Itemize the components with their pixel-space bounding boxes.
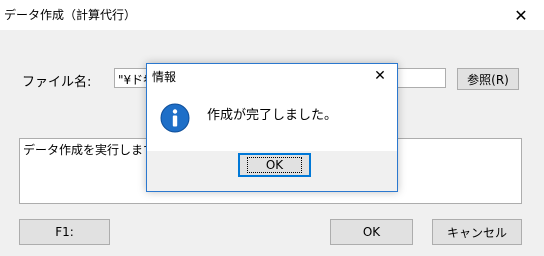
info-dialog: 情報 ✕ 作成が完了しました。 OK — [146, 63, 398, 192]
dialog-title-bar: 情報 ✕ — [147, 64, 397, 87]
dialog-title: 情報 — [152, 70, 177, 84]
dialog-body: 作成が完了しました。 — [147, 87, 397, 151]
dialog-ok-button[interactable]: OK — [238, 153, 311, 177]
window-title: データ作成（計算代行） — [4, 8, 137, 22]
info-icon — [160, 103, 190, 133]
dialog-close-icon[interactable]: ✕ — [363, 64, 397, 87]
close-icon[interactable]: ✕ — [498, 0, 544, 30]
file-name-label: ファイル名: — [22, 75, 92, 90]
ok-button[interactable]: OK — [330, 219, 413, 245]
dialog-message: 作成が完了しました。 — [207, 108, 338, 123]
dialog-ok-label: OK — [246, 157, 303, 173]
title-bar: データ作成（計算代行） ✕ — [0, 0, 544, 30]
f1-button[interactable]: F1: — [19, 219, 110, 245]
main-window: データ作成（計算代行） ✕ ファイル名: "¥ドｷ 参照(R) データ作成を実行… — [0, 0, 544, 256]
browse-button[interactable]: 参照(R) — [457, 68, 519, 90]
cancel-button[interactable]: キャンセル — [432, 219, 522, 245]
dialog-footer: OK — [147, 151, 397, 191]
